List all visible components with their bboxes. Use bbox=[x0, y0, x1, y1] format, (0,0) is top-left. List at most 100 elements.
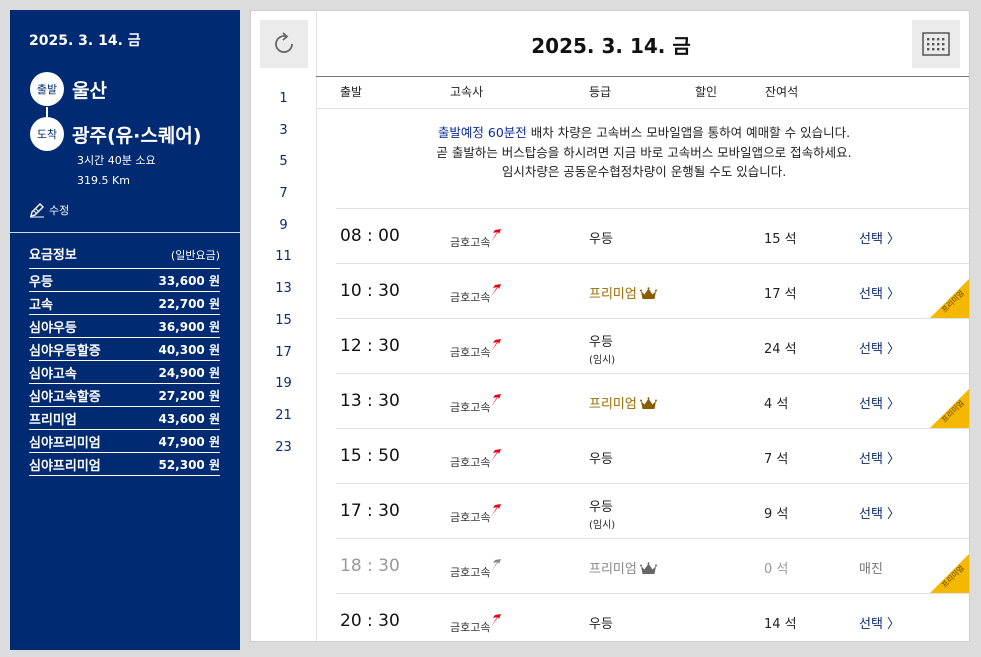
hour-filter-item[interactable]: 21 bbox=[251, 400, 316, 432]
schedule-date: 2025. 3. 14. 금 bbox=[531, 34, 691, 58]
fare-title: 요금정보 bbox=[29, 248, 77, 263]
fare-price: 27,200 원 bbox=[158, 388, 220, 403]
grade-label: 우등 bbox=[589, 617, 613, 632]
schedule-row[interactable]: 10 : 30 금호고속 프리미엄 17 석 선택 〉 프리미엄 bbox=[336, 263, 969, 319]
bus-grade: 우등 bbox=[589, 613, 613, 632]
column-header-depart: 출발 bbox=[340, 85, 363, 99]
kumho-logo-icon bbox=[491, 339, 502, 352]
panel-divider bbox=[10, 232, 240, 233]
select-button[interactable]: 선택 〉 bbox=[859, 503, 900, 522]
grade-label: 프리미엄 bbox=[589, 397, 637, 412]
fare-name: 심야우등할증 bbox=[29, 343, 101, 359]
column-header-company: 고속사 bbox=[450, 85, 484, 99]
select-button[interactable]: 선택 〉 bbox=[859, 228, 900, 247]
kumho-logo-icon bbox=[491, 559, 502, 572]
select-button[interactable]: 선택 〉 bbox=[859, 613, 900, 632]
grade-label: 우등 bbox=[589, 335, 613, 350]
hour-filter-item[interactable]: 5 bbox=[251, 146, 316, 178]
notice-highlight: 출발예정 60분전 bbox=[437, 125, 527, 140]
notice-line-3: 임시차량은 공동운수협정차량이 운행될 수도 있습니다. bbox=[501, 164, 787, 179]
remaining-seats: 7 석 bbox=[764, 452, 789, 467]
departure-time: 20 : 30 bbox=[340, 611, 400, 631]
select-button[interactable]: 선택 〉 bbox=[859, 283, 900, 302]
refresh-button[interactable] bbox=[260, 20, 308, 68]
company-name: 금호고속 bbox=[450, 291, 491, 304]
bus-grade: 프리미엄 bbox=[589, 558, 657, 577]
bus-grade: 프리미엄 bbox=[589, 283, 657, 302]
bus-company: 금호고속 bbox=[450, 339, 502, 360]
company-name: 금호고속 bbox=[450, 456, 491, 469]
fare-row: 우등 33,600 원 bbox=[29, 269, 220, 292]
hour-filter-item[interactable]: 17 bbox=[251, 337, 316, 369]
schedule-row[interactable]: 15 : 50 금호고속 우등 7 석 선택 〉 bbox=[336, 428, 969, 483]
bus-grade: 우등 bbox=[589, 448, 613, 467]
grade-label: 우등 bbox=[589, 232, 613, 247]
hour-filter-item[interactable]: 7 bbox=[251, 178, 316, 210]
schedule-row[interactable]: 17 : 30 금호고속 우등 (임시) 9 석 선택 〉 bbox=[336, 483, 969, 538]
hour-filter-item[interactable]: 3 bbox=[251, 115, 316, 147]
notice-line-2: 곧 출발하는 버스탑승을 하시려면 지금 바로 고속버스 모바일앱으로 접속하세… bbox=[436, 144, 852, 160]
grade-label: 우등 bbox=[589, 500, 613, 515]
calendar-button[interactable] bbox=[912, 20, 960, 68]
departure-time: 15 : 50 bbox=[340, 446, 400, 466]
bus-grade: 우등 (임시) bbox=[589, 496, 615, 531]
refresh-icon bbox=[275, 32, 293, 53]
premium-badge: 프리미엄 bbox=[929, 389, 969, 429]
hour-filter-item[interactable]: 1 bbox=[251, 83, 316, 115]
kumho-logo-icon bbox=[491, 284, 502, 297]
company-name: 금호고속 bbox=[450, 401, 491, 414]
fare-name: 심야프리미엄 bbox=[29, 458, 101, 474]
fare-name: 프리미엄 bbox=[29, 412, 77, 428]
select-button[interactable]: 선택 〉 bbox=[859, 393, 900, 412]
company-name: 금호고속 bbox=[450, 236, 491, 249]
hour-filter-item[interactable]: 23 bbox=[251, 432, 316, 464]
bus-company: 금호고속 bbox=[450, 284, 502, 305]
column-header-discount: 할인 bbox=[695, 85, 718, 99]
fare-row: 프리미엄 43,600 원 bbox=[29, 407, 220, 430]
schedule-row[interactable]: 08 : 00 금호고속 우등 15 석 선택 〉 bbox=[336, 208, 969, 263]
remaining-seats: 14 석 bbox=[764, 617, 797, 632]
bus-company: 금호고속 bbox=[450, 504, 502, 525]
departure-time: 17 : 30 bbox=[340, 501, 400, 521]
hour-filter-list: 1 3 5 7 9 11 13 15 17 19 21 23 bbox=[251, 83, 316, 463]
schedule-row[interactable]: 20 : 30 금호고속 우등 14 석 선택 〉 bbox=[336, 593, 969, 641]
kumho-logo-icon bbox=[491, 449, 502, 462]
kumho-logo-icon bbox=[491, 614, 502, 627]
schedule-row: 18 : 30 금호고속 프리미엄 0 석 매진 프리미엄 bbox=[336, 538, 969, 594]
fare-row: 심야우등 36,900 원 bbox=[29, 315, 220, 338]
grade-label: 프리미엄 bbox=[589, 287, 637, 302]
hour-filter-item[interactable]: 13 bbox=[251, 273, 316, 305]
fare-row: 고속 22,700 원 bbox=[29, 292, 220, 315]
select-button[interactable]: 선택 〉 bbox=[859, 338, 900, 357]
fare-price: 24,900 원 bbox=[158, 365, 220, 380]
hour-filter-item[interactable]: 19 bbox=[251, 368, 316, 400]
company-name: 금호고속 bbox=[450, 621, 491, 634]
route-date: 2025. 3. 14. 금 bbox=[29, 33, 141, 49]
select-button[interactable]: 선택 〉 bbox=[859, 448, 900, 467]
fare-price: 47,900 원 bbox=[158, 434, 220, 449]
hour-filter-item[interactable]: 15 bbox=[251, 305, 316, 337]
bus-company: 금호고속 bbox=[450, 394, 502, 415]
notice-line-1-text: 배차 차량은 고속버스 모바일앱을 통하여 예매할 수 있습니다. bbox=[526, 125, 851, 140]
remaining-seats: 0 석 bbox=[764, 562, 789, 577]
schedule-row[interactable]: 13 : 30 금호고속 프리미엄 4 석 선택 〉 프리미엄 bbox=[336, 373, 969, 429]
grade-label: 프리미엄 bbox=[589, 562, 637, 577]
kumho-logo-icon bbox=[491, 504, 502, 517]
hour-filter-item[interactable]: 9 bbox=[251, 210, 316, 242]
edit-route-button[interactable]: 수정 bbox=[29, 202, 69, 218]
schedule-row[interactable]: 12 : 30 금호고속 우등 (임시) 24 석 선택 〉 bbox=[336, 318, 969, 373]
remaining-seats: 4 석 bbox=[764, 397, 789, 412]
fare-price: 22,700 원 bbox=[158, 296, 220, 311]
calendar-icon bbox=[922, 32, 950, 56]
fare-row: 심야프리미엄 47,900 원 bbox=[29, 430, 220, 453]
fare-subtitle: (일반요금) bbox=[170, 249, 220, 262]
sold-out-label: 매진 bbox=[859, 562, 883, 577]
hour-filter-item[interactable]: 11 bbox=[251, 241, 316, 273]
bus-grade: 프리미엄 bbox=[589, 393, 657, 412]
bus-company: 금호고속 bbox=[450, 449, 502, 470]
bus-grade: 우등 bbox=[589, 228, 613, 247]
fare-price: 36,900 원 bbox=[158, 319, 220, 334]
notice-line-1: 출발예정 60분전 배차 차량은 고속버스 모바일앱을 통하여 예매할 수 있습… bbox=[317, 123, 969, 143]
fare-price: 40,300 원 bbox=[158, 342, 220, 357]
company-name: 금호고속 bbox=[450, 566, 491, 579]
